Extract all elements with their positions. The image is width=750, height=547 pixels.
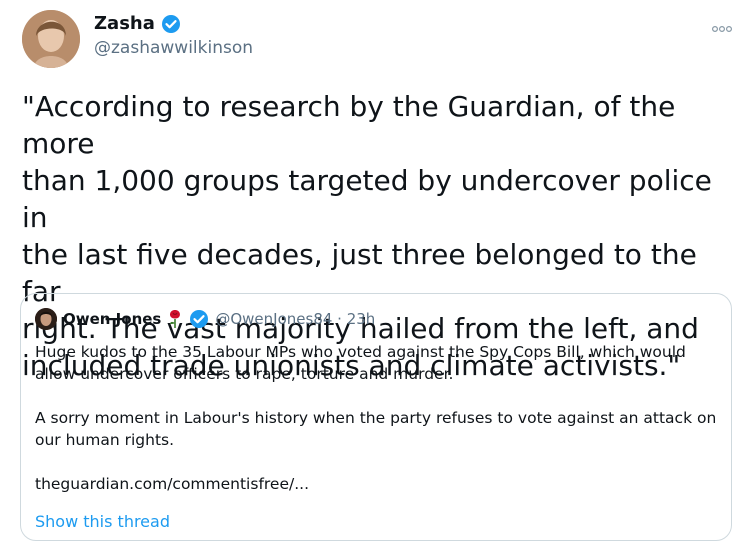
verified-badge-icon <box>161 14 181 34</box>
quoted-paragraph-2: A sorry moment in Labour's history when … <box>35 409 717 449</box>
quoted-handle-time: @OwenJones84 · 23h <box>215 310 376 328</box>
quoted-author-name: Owen Jones <box>63 310 162 328</box>
verified-badge-icon <box>189 309 209 329</box>
quoted-author-avatar <box>35 308 57 330</box>
author-block: Zasha @zashawwilkinson <box>94 13 253 58</box>
tweet-card: Zasha @zashawwilkinson "According to res… <box>0 0 750 547</box>
quoted-link[interactable]: theguardian.com/commentisfree/... <box>35 473 725 495</box>
quoted-tweet[interactable]: Owen Jones @OwenJones84 · 23h Huge kudos… <box>20 293 732 541</box>
show-thread-link[interactable]: Show this thread <box>35 512 170 531</box>
more-dots-icon[interactable] <box>710 20 734 33</box>
quoted-tweet-text: Huge kudos to the 35 Labour MPs who vote… <box>35 341 725 517</box>
red-rose-icon <box>167 309 183 329</box>
author-avatar[interactable] <box>22 10 80 68</box>
author-name[interactable]: Zasha <box>94 13 155 34</box>
quoted-tweet-header: Owen Jones @OwenJones84 · 23h <box>35 308 375 330</box>
author-handle[interactable]: @zashawwilkinson <box>94 38 253 58</box>
quoted-paragraph-1: Huge kudos to the 35 Labour MPs who vote… <box>35 343 686 383</box>
